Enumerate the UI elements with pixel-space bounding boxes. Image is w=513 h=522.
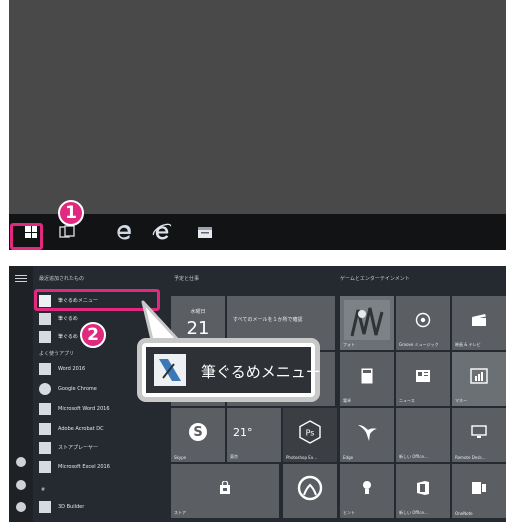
app-icon xyxy=(39,362,51,375)
tile-skype[interactable]: S Skype xyxy=(171,408,225,462)
app-icon xyxy=(39,312,51,325)
settings-icon[interactable] xyxy=(16,480,26,490)
groove-music-icon xyxy=(415,312,431,328)
tile-office-2[interactable]: 新しい Office... xyxy=(396,464,450,518)
app-icon xyxy=(39,441,51,454)
ie-button[interactable] xyxy=(144,214,180,250)
tile-weather[interactable]: 21° 東京 xyxy=(227,408,281,462)
tile-remote-desktop[interactable]: Remote Desk... xyxy=(452,408,506,462)
news-icon xyxy=(416,370,430,382)
file-explorer-button[interactable] xyxy=(187,214,223,250)
tile-group-header-1: 予定と仕事 xyxy=(174,276,200,282)
photoshop-icon: Ps xyxy=(299,420,321,444)
power-icon[interactable] xyxy=(16,502,26,512)
skype-icon: S xyxy=(189,423,207,441)
app-item-excel[interactable]: Microsoft Excel 2016 xyxy=(39,459,169,474)
frequent-header: よく使うアプリ xyxy=(39,351,75,357)
tile-xbox[interactable] xyxy=(283,464,337,518)
start-highlight-box xyxy=(10,223,43,250)
app-icon xyxy=(39,460,51,473)
app-item-store-player[interactable]: ストアプレーヤー xyxy=(39,440,169,455)
task-view-icon xyxy=(59,225,75,238)
lightbulb-icon xyxy=(363,481,371,494)
chrome-icon xyxy=(39,382,51,395)
tile-news[interactable]: ニュース xyxy=(396,352,450,406)
folder-icon xyxy=(198,227,212,238)
tile-groove[interactable]: Groove ミュージック xyxy=(396,296,450,350)
tile-group-header-2: ゲームとエンターテインメント xyxy=(340,276,410,282)
callout-content: 筆ぐるめメニュー xyxy=(146,347,321,393)
svg-text:Ps: Ps xyxy=(306,429,315,438)
bird-icon xyxy=(358,425,377,441)
app-icon xyxy=(39,422,51,435)
tile-calculator[interactable]: 電卓 xyxy=(340,352,394,406)
app-item-ms-word[interactable]: Microsoft Word 2016 xyxy=(39,401,169,416)
app-item-acrobat[interactable]: Adobe Acrobat DC xyxy=(39,421,169,436)
fudegurume-menu-icon xyxy=(154,354,186,386)
office-icon xyxy=(417,481,429,495)
tile-photoshop[interactable]: Ps Photoshop Ex... xyxy=(283,408,337,462)
taskbar xyxy=(9,214,506,250)
xbox-icon xyxy=(297,475,323,501)
calculator-icon xyxy=(361,368,373,384)
clapperboard-icon xyxy=(472,314,486,326)
recent-header: 最近追加されたもの xyxy=(39,276,85,282)
tile-office[interactable]: 新しい Office... xyxy=(396,408,450,462)
start-rail xyxy=(9,266,33,522)
tile-edge[interactable]: Edge xyxy=(340,408,394,462)
tile-store[interactable]: ストア xyxy=(171,464,279,518)
app-icon xyxy=(39,500,51,513)
callout-pointer xyxy=(141,300,180,342)
step-badge-2: 2 xyxy=(80,322,106,348)
chart-icon xyxy=(470,368,488,384)
internet-explorer-icon xyxy=(152,223,172,240)
user-icon[interactable] xyxy=(16,457,26,467)
section-letter: # xyxy=(41,487,46,493)
app-icon xyxy=(39,330,51,343)
callout-label: 筆ぐるめメニュー xyxy=(201,363,321,381)
tile-onenote[interactable]: OneNote xyxy=(452,464,506,518)
step-badge-1: 1 xyxy=(58,200,84,226)
shopping-bag-icon xyxy=(220,481,230,494)
tile-money[interactable]: マネー xyxy=(452,352,506,406)
edge-icon xyxy=(117,225,131,240)
hamburger-icon[interactable] xyxy=(15,275,27,283)
photo-thumbnail xyxy=(344,300,390,340)
onenote-icon xyxy=(472,482,486,494)
app-icon xyxy=(39,402,51,415)
edge-button[interactable] xyxy=(106,214,142,250)
tile-hint[interactable]: ヒント xyxy=(340,464,394,518)
tile-movies[interactable]: 映画 & テレビ xyxy=(452,296,506,350)
tile-photos[interactable]: フォト xyxy=(340,296,394,350)
app-item-3d-builder[interactable]: 3D Builder xyxy=(39,499,169,514)
monitor-icon xyxy=(471,425,487,438)
